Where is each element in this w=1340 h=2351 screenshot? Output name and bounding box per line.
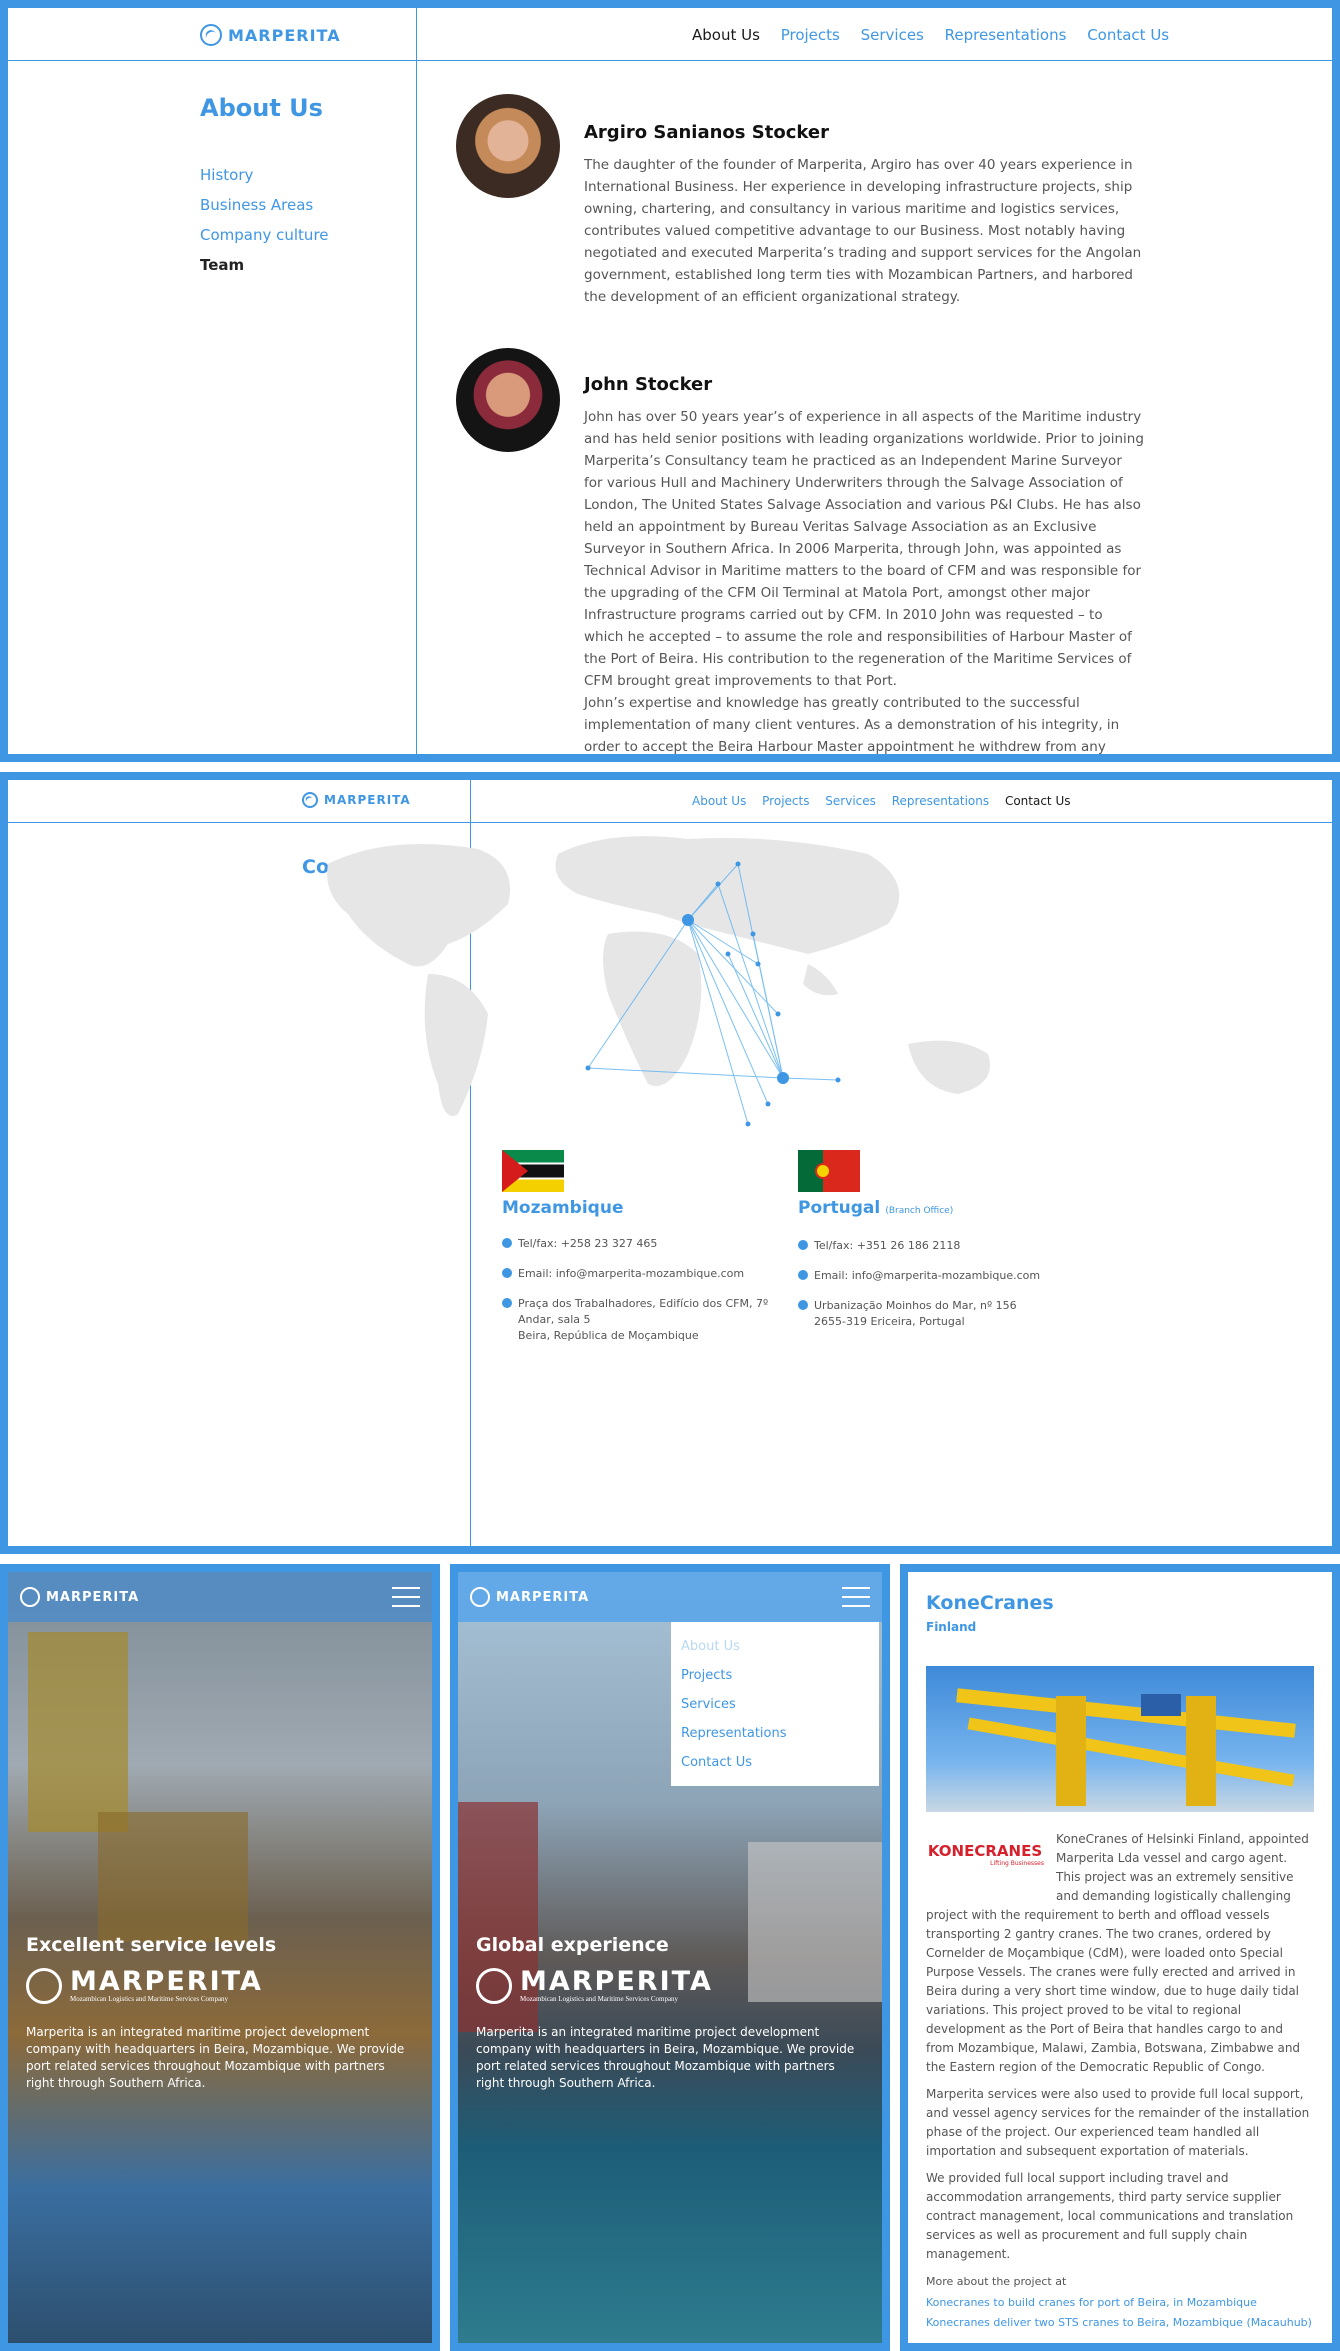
nav-representations[interactable]: Representations [892, 794, 989, 808]
menu-contact-us[interactable]: Contact Us [681, 1748, 869, 1777]
office-country: Portugal (Branch Office) [798, 1198, 954, 1218]
project-link[interactable]: Konecranes deliver two STS cranes to Bei… [926, 2313, 1314, 2333]
side-business-areas[interactable]: Business Areas [200, 196, 329, 214]
nav-services[interactable]: Services [825, 794, 876, 808]
side-team[interactable]: Team [200, 256, 329, 274]
person-bio: The daughter of the founder of Marperita… [584, 157, 1142, 305]
page-title: About Us [200, 94, 323, 122]
office-email: Email: info@marperita-mozambique.com [798, 1268, 1040, 1284]
person-name: John Stocker [584, 374, 713, 395]
phone-icon [502, 1238, 512, 1248]
avatar-argiro [456, 94, 560, 198]
menu-projects[interactable]: Projects [681, 1661, 869, 1690]
more-label: More about the project at [926, 2275, 1067, 2288]
brand-logo[interactable]: MARPERITA [470, 1587, 589, 1607]
person-bio: John has over 50 years year’s of experie… [584, 409, 1144, 689]
project-country: Finland [926, 1620, 977, 1634]
project-link[interactable]: Konecranes to build cranes for port of B… [926, 2293, 1314, 2313]
globe-icon [798, 1300, 808, 1310]
contact-panel: MARPERITA About Us Projects Services Rep… [0, 772, 1340, 1554]
nav-representations[interactable]: Representations [945, 26, 1067, 44]
brand-logo[interactable]: MARPERITA [20, 1587, 139, 1607]
menu-icon[interactable] [392, 1587, 420, 1607]
menu-services[interactable]: Services [681, 1690, 869, 1719]
nav-contact-us[interactable]: Contact Us [1005, 794, 1071, 808]
office-tel: Tel/fax: +258 23 327 465 [502, 1236, 768, 1252]
about-panel: MARPERITA About Us Projects Services Rep… [0, 0, 1340, 762]
office-country: Mozambique [502, 1198, 624, 1218]
menu-about-us[interactable]: About Us [681, 1632, 869, 1661]
hero-text: Marperita is an integrated maritime proj… [476, 2025, 855, 2090]
side-history[interactable]: History [200, 166, 329, 184]
about-side-menu: History Business Areas Company culture T… [200, 166, 329, 286]
logo-icon [26, 1968, 62, 2004]
hero-heading: Excellent service levels [26, 1934, 277, 1956]
hero-logo: MARPERITA Mozambican Logistics and Mariti… [476, 1968, 864, 2004]
dropdown-menu: About Us Projects Services Representatio… [671, 1622, 879, 1786]
world-map [327, 836, 990, 1127]
top-nav: About Us Projects Services Representatio… [692, 26, 1169, 44]
person-bio-continued: John’s expertise and knowledge has great… [584, 695, 1120, 755]
globe-icon [502, 1298, 512, 1308]
mobile-menu-panel: MARPERITA About Us Projects Services Rep… [450, 1564, 890, 2351]
office-address: Praça dos Trabalhadores, Edifício dos CF… [502, 1296, 768, 1344]
logo-icon [302, 792, 318, 808]
project-panel: KoneCranes Finland KONECRANES Lifting Bu… [900, 1564, 1340, 2351]
project-paragraph: Marperita services were also used to pro… [926, 2087, 1310, 2158]
project-title: KoneCranes [926, 1592, 1054, 1614]
office-address: Urbanização Moinhos do Mar, nº 156 2655-3… [798, 1298, 1040, 1330]
nav-services[interactable]: Services [861, 26, 924, 44]
nav-about-us[interactable]: About Us [692, 794, 746, 808]
project-paragraph: KoneCranes of Helsinki Finland, appointe… [926, 1832, 1309, 2074]
menu-icon[interactable] [842, 1587, 870, 1607]
brand-logo[interactable]: MARPERITA [200, 24, 341, 46]
logo-icon [470, 1587, 490, 1607]
office-tel: Tel/fax: +351 26 186 2118 [798, 1238, 1040, 1254]
project-photo [926, 1666, 1314, 1812]
project-paragraph: We provided full local support including… [926, 2171, 1294, 2261]
flag-mozambique-icon [502, 1150, 564, 1192]
nav-contact-us[interactable]: Contact Us [1087, 26, 1169, 44]
nav-projects[interactable]: Projects [762, 794, 809, 808]
logo-icon [20, 1587, 40, 1607]
side-company-culture[interactable]: Company culture [200, 226, 329, 244]
menu-representations[interactable]: Representations [681, 1719, 869, 1748]
hero-text: Marperita is an integrated maritime proj… [26, 2025, 405, 2090]
person-name: Argiro Sanianos Stocker [584, 122, 829, 143]
avatar-john [456, 348, 560, 452]
phone-icon [798, 1240, 808, 1250]
hero-logo: MARPERITA Mozambican Logistics and Mariti… [26, 1968, 414, 2004]
office-note: (Branch Office) [885, 1206, 954, 1216]
nav-about-us[interactable]: About Us [692, 26, 760, 44]
brand-logo[interactable]: MARPERITA [302, 792, 411, 808]
logo-icon [476, 1968, 512, 2004]
office-email: Email: info@marperita-mozambique.com [502, 1266, 768, 1282]
nav-projects[interactable]: Projects [781, 26, 840, 44]
mobile-header: MARPERITA [458, 1572, 882, 1622]
mail-icon [798, 1270, 808, 1280]
hero-heading: Global experience [476, 1934, 669, 1956]
mobile-header: MARPERITA [8, 1572, 432, 1622]
mobile-home-panel: MARPERITA Excellent service levels MARPE… [0, 1564, 440, 2351]
top-nav: About Us Projects Services Representatio… [692, 794, 1071, 808]
logo-icon [200, 24, 222, 46]
project-body: KoneCranes of Helsinki Finland, appointe… [926, 1830, 1314, 2333]
mail-icon [502, 1268, 512, 1278]
flag-portugal-icon [798, 1150, 860, 1192]
